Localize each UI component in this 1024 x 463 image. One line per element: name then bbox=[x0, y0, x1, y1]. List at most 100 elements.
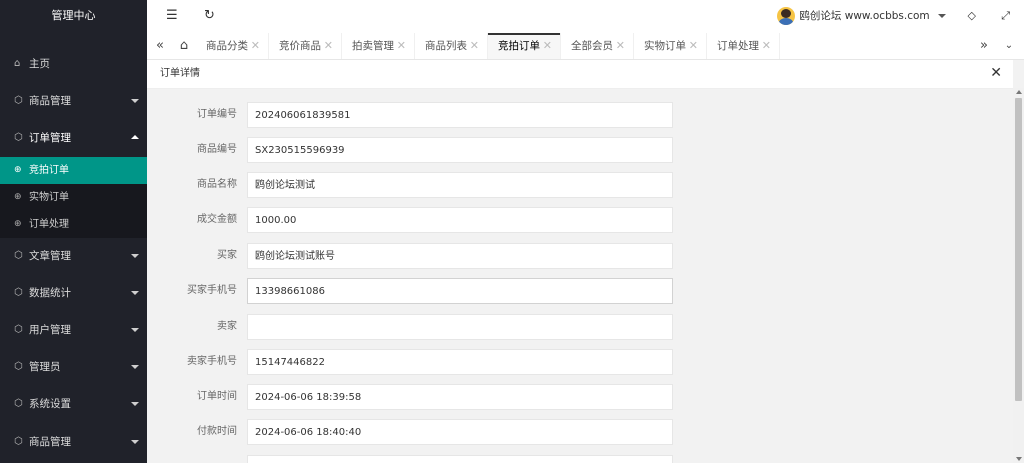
field-label: 订单编号 bbox=[197, 109, 237, 120]
form-row-seller: 卖家 bbox=[147, 314, 1003, 340]
tab-product-list[interactable]: 商品列表 ✕ bbox=[415, 33, 488, 59]
field-label: 卖家手机号 bbox=[187, 356, 237, 367]
app-title: 管理中心 bbox=[51, 9, 96, 22]
field-label: 卖家 bbox=[217, 321, 237, 332]
form-row-buyer-phone: 买家手机号 13398661086 bbox=[147, 278, 1003, 304]
tab-bidding-products[interactable]: 竞价商品 ✕ bbox=[269, 33, 342, 59]
chevron-down-icon bbox=[131, 291, 139, 295]
scrollbar[interactable] bbox=[1013, 88, 1024, 463]
order-time-field[interactable]: 2024-06-06 18:39:58 bbox=[247, 384, 673, 410]
tabs-scroll-right-icon[interactable]: » bbox=[973, 33, 995, 59]
scroll-up-icon[interactable] bbox=[1016, 90, 1022, 94]
sidebar-item-home[interactable]: ⌂ 主页 bbox=[0, 46, 147, 82]
form-row-order-number: 订单编号 202406061839581 bbox=[147, 102, 1003, 128]
seller-phone-field[interactable]: 15147446822 bbox=[247, 349, 673, 375]
form-row-partial bbox=[147, 455, 1003, 463]
cube-icon: ⬡ bbox=[14, 324, 23, 335]
sidebar-subitem-label: 竞拍订单 bbox=[29, 165, 69, 176]
cube-icon: ⬡ bbox=[14, 132, 23, 143]
close-icon[interactable]: ✕ bbox=[689, 33, 698, 59]
tab-auction-orders[interactable]: 竞拍订单 ✕ bbox=[488, 33, 561, 59]
sidebar-item-label: 管理员 bbox=[29, 361, 61, 373]
menu-collapse-icon[interactable]: ☰ bbox=[166, 8, 178, 23]
order-number-field[interactable]: 202406061839581 bbox=[247, 102, 673, 128]
sidebar-item-label: 用户管理 bbox=[29, 324, 71, 336]
fullscreen-icon[interactable]: ⤢ bbox=[1001, 9, 1010, 23]
cube-icon: ⬡ bbox=[14, 250, 23, 261]
home-tab-icon[interactable]: ⌂ bbox=[173, 33, 195, 59]
next-field[interactable] bbox=[247, 455, 673, 463]
tag-icon[interactable]: ◇ bbox=[968, 9, 976, 22]
form-row-product-number: 商品编号 SX230515596939 bbox=[147, 137, 1003, 163]
tabs-menu-icon[interactable]: ⌄ bbox=[998, 33, 1020, 59]
product-number-field[interactable]: SX230515596939 bbox=[247, 137, 673, 163]
tab-product-category[interactable]: 商品分类 ✕ bbox=[196, 33, 269, 59]
circle-plus-icon: ⊕ bbox=[14, 219, 22, 229]
buyer-field[interactable]: 鸥创论坛测试账号 bbox=[247, 243, 673, 269]
buyer-phone-field[interactable]: 13398661086 bbox=[247, 278, 673, 304]
close-icon[interactable]: ✕ bbox=[324, 33, 333, 59]
tabs-scroll-left-icon[interactable]: « bbox=[149, 33, 171, 59]
tab-physical-orders[interactable]: 实物订单 ✕ bbox=[634, 33, 707, 59]
product-name-field[interactable]: 鸥创论坛测试 bbox=[247, 172, 673, 198]
close-icon[interactable]: ✕ bbox=[762, 33, 771, 59]
refresh-icon[interactable]: ↻ bbox=[204, 8, 215, 23]
tab-order-processing[interactable]: 订单处理 ✕ bbox=[707, 33, 780, 59]
top-bar: ☰ ↻ 鸥创论坛 www.ocbbs.com ◇ ⤢ bbox=[147, 0, 1024, 34]
sidebar-item-system-settings[interactable]: ⬡ 系统设置 bbox=[0, 386, 147, 422]
sidebar: 管理中心 ⌂ 主页 ⬡ 商品管理 ⬡ 订单管理 ⊕ 竞拍订单 ⊕ 实物订单 ⊕ … bbox=[0, 0, 147, 463]
field-label: 商品编号 bbox=[197, 144, 237, 155]
sidebar-item-label: 文章管理 bbox=[29, 250, 71, 262]
cube-icon: ⬡ bbox=[14, 436, 23, 447]
seller-field[interactable] bbox=[247, 314, 673, 340]
close-icon[interactable]: ✕ bbox=[990, 65, 1002, 81]
form-row-seller-phone: 卖家手机号 15147446822 bbox=[147, 349, 1003, 375]
scroll-down-icon[interactable] bbox=[1016, 457, 1022, 461]
close-icon[interactable]: ✕ bbox=[397, 33, 406, 59]
sidebar-item-statistics[interactable]: ⬡ 数据统计 bbox=[0, 275, 147, 311]
sidebar-item-label: 主页 bbox=[29, 58, 50, 70]
user-name: 鸥创论坛 www.ocbbs.com bbox=[799, 10, 930, 22]
payment-time-field[interactable]: 2024-06-06 18:40:40 bbox=[247, 419, 673, 445]
close-icon[interactable]: ✕ bbox=[616, 33, 625, 59]
chevron-down-icon bbox=[938, 14, 946, 18]
close-icon[interactable]: ✕ bbox=[251, 33, 260, 59]
sidebar-item-product-management-2[interactable]: ⬡ 商品管理 bbox=[0, 424, 147, 460]
chevron-up-icon bbox=[131, 135, 139, 139]
sidebar-item-label: 商品管理 bbox=[29, 436, 71, 448]
form-row-buyer: 买家 鸥创论坛测试账号 bbox=[147, 243, 1003, 269]
sidebar-item-administrators[interactable]: ⬡ 管理员 bbox=[0, 349, 147, 385]
form-row-deal-amount: 成交金额 1000.00 bbox=[147, 207, 1003, 233]
circle-plus-icon: ⊕ bbox=[14, 165, 22, 175]
field-label: 付款时间 bbox=[197, 426, 237, 437]
order-submenu: ⊕ 竞拍订单 ⊕ 实物订单 ⊕ 订单处理 bbox=[0, 157, 147, 238]
chevron-down-icon bbox=[131, 254, 139, 258]
sidebar-subitem-order-processing[interactable]: ⊕ 订单处理 bbox=[0, 211, 147, 238]
chevron-down-icon bbox=[131, 402, 139, 406]
deal-amount-field[interactable]: 1000.00 bbox=[247, 207, 673, 233]
user-menu[interactable]: 鸥创论坛 www.ocbbs.com bbox=[777, 7, 946, 25]
sidebar-item-user-management[interactable]: ⬡ 用户管理 bbox=[0, 312, 147, 348]
sidebar-item-label: 系统设置 bbox=[29, 398, 71, 410]
sidebar-subitem-physical-orders[interactable]: ⊕ 实物订单 bbox=[0, 184, 147, 211]
cube-icon: ⬡ bbox=[14, 287, 23, 298]
avatar bbox=[777, 7, 796, 25]
sidebar-item-label: 订单管理 bbox=[29, 132, 71, 144]
order-detail-header: 订单详情 ✕ bbox=[147, 60, 1013, 89]
panel-title: 订单详情 bbox=[160, 68, 200, 79]
order-detail-form: 订单编号 202406061839581 商品编号 SX230515596939… bbox=[147, 89, 1003, 463]
sidebar-subitem-auction-orders[interactable]: ⊕ 竞拍订单 bbox=[0, 157, 147, 184]
circle-plus-icon: ⊕ bbox=[14, 192, 22, 202]
chevron-down-icon bbox=[131, 365, 139, 369]
form-row-payment-time: 付款时间 2024-06-06 18:40:40 bbox=[147, 419, 1003, 445]
sidebar-item-article-management[interactable]: ⬡ 文章管理 bbox=[0, 238, 147, 274]
sidebar-item-order-management[interactable]: ⬡ 订单管理 bbox=[0, 120, 147, 156]
scroll-thumb[interactable] bbox=[1015, 98, 1022, 401]
close-icon[interactable]: ✕ bbox=[543, 33, 552, 59]
form-row-order-time: 订单时间 2024-06-06 18:39:58 bbox=[147, 384, 1003, 410]
sidebar-item-product-management[interactable]: ⬡ 商品管理 bbox=[0, 83, 147, 119]
tab-auction-management[interactable]: 拍卖管理 ✕ bbox=[342, 33, 415, 59]
sidebar-item-label: 商品管理 bbox=[29, 95, 71, 107]
close-icon[interactable]: ✕ bbox=[470, 33, 479, 59]
tab-all-members[interactable]: 全部会员 ✕ bbox=[561, 33, 634, 59]
